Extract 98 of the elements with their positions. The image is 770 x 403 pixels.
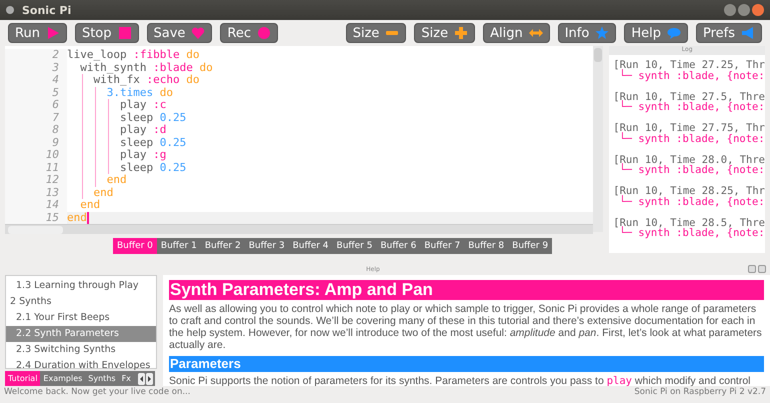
- version-label: Sonic Pi on Raspberry Pi 2 v2.7: [634, 386, 766, 399]
- maximize-button[interactable]: [738, 4, 750, 16]
- log-line: [Run 10, Time 28.5, Thre: [613, 218, 765, 228]
- buffer-tab[interactable]: Buffer 7: [420, 238, 464, 254]
- code-line: play :c: [118, 99, 166, 112]
- status-message: Welcome back. Now get your live code on...: [4, 386, 190, 399]
- text-cursor: [86, 212, 89, 224]
- toolbar-button[interactable]: Info: [558, 23, 616, 43]
- code-line: sleep 0.25: [118, 136, 186, 149]
- log-line: └─ synth :blade, {note:: [619, 196, 765, 207]
- line-number: 7: [52, 112, 59, 124]
- article-paragraph: As well as allowing you to control which note to play or which sample to trigger, Sonic Pi provides a whole range of parameters to craft and control the sounds. We’ll be covering many of these in this tutorial and there’s extensive documentation for each in the help system. However, for now we’ll introduce two of the most useful: amplitude and pan. First, let’s look at what parameters actually are.: [169, 303, 763, 351]
- window-title: Sonic Pi: [22, 4, 72, 16]
- line-number: 4: [52, 74, 59, 86]
- log-line: [Run 10, Time 28.25, Thr: [613, 186, 765, 196]
- play-icon: [46, 26, 60, 40]
- toolbar-button[interactable]: Align: [483, 23, 550, 43]
- log-line: └─ synth :blade, {note:: [619, 228, 765, 238]
- log-line: └─ synth :blade, {note:: [619, 102, 765, 112]
- line-number: 15: [46, 212, 59, 224]
- code-line: sleep 0.25: [118, 112, 186, 124]
- buffer-tab[interactable]: Buffer 1: [156, 238, 201, 254]
- contents-item[interactable]: 2.3 Switching Synths: [6, 342, 156, 358]
- speaker-icon: [741, 26, 755, 40]
- code-line: end: [79, 199, 100, 212]
- buffer-tab[interactable]: Buffer 3: [244, 238, 289, 254]
- code-line: end: [67, 212, 87, 224]
- buffer-tab[interactable]: Buffer 2: [200, 238, 245, 254]
- toolbar-button[interactable]: Stop: [74, 23, 138, 43]
- toolbar-button[interactable]: Help: [624, 23, 688, 43]
- buffer-tab[interactable]: Buffer 9: [508, 238, 552, 254]
- line-number: 2: [52, 49, 59, 62]
- buffer-tab[interactable]: Buffer 5: [332, 238, 376, 254]
- help-tab[interactable]: Examples: [40, 371, 86, 386]
- code-line: play :g: [118, 149, 166, 162]
- close-button[interactable]: [752, 4, 764, 16]
- log-line: [Run 10, Time 27.75, Thr: [613, 123, 765, 134]
- toolbar-button[interactable]: Save: [146, 23, 212, 43]
- speech-bubble-icon: [666, 26, 681, 40]
- help-tab[interactable]: Synths: [85, 371, 119, 386]
- line-number: 3: [52, 62, 59, 74]
- close-button[interactable]: [758, 265, 766, 273]
- line-number: 14: [46, 199, 59, 212]
- code-line: sleep 0.25: [118, 162, 186, 174]
- line-number: 12: [46, 174, 59, 186]
- log-line: [Run 10, Time 28.0, Thre: [613, 154, 765, 165]
- log-line: └─ synth :blade, {note:: [619, 70, 765, 81]
- record-icon: [257, 26, 272, 40]
- toolbar-button[interactable]: Size: [414, 23, 476, 43]
- log-line: └─ synth :blade, {note:: [619, 165, 765, 176]
- code-editor[interactable]: 2 3 4 5 6 7 8 9 10 11 12 13 14 15 live_loop :fibble do with_synth :blade do with_fx :echo do 3.times do play :c sleep 0.25 play :d sleep 0.25 play :g sleep 0.25 end end end end: [5, 46, 594, 224]
- code-line: end: [106, 174, 127, 186]
- code-line: live_loop :fibble do: [67, 49, 200, 62]
- vertical-scrollbar[interactable]: [593, 46, 604, 232]
- code-line: with_fx :echo do: [93, 74, 200, 86]
- double-arrow-icon: [528, 26, 543, 40]
- buffer-tab[interactable]: Buffer 6: [376, 238, 420, 254]
- code-line: 3.times do: [106, 86, 173, 99]
- contents-item[interactable]: 2 Synths: [6, 294, 156, 310]
- line-number: 11: [46, 162, 59, 174]
- toolbar-button[interactable]: Prefs: [696, 23, 762, 43]
- stop-icon: [118, 26, 132, 40]
- code-line: with_synth :blade do: [80, 62, 213, 74]
- contents-item[interactable]: 1.3 Learning through Play: [6, 278, 156, 294]
- float-button[interactable]: [748, 265, 756, 273]
- code-line: end: [92, 186, 114, 199]
- log-line: [Run 10, Time 27.5, Thre: [613, 92, 765, 102]
- toolbar-button[interactable]: Run: [8, 23, 67, 43]
- toolbar-button[interactable]: Rec: [220, 23, 278, 43]
- horizontal-scrollbar[interactable]: [5, 224, 594, 234]
- scroll-right-icon[interactable]: [146, 372, 153, 384]
- line-number: 9: [52, 136, 59, 149]
- heart-icon: [191, 26, 206, 40]
- help-tab[interactable]: Fx: [118, 371, 134, 386]
- plus-icon: [454, 26, 468, 40]
- log-line: └─ synth :blade, {note:: [619, 134, 765, 144]
- line-number: 8: [52, 124, 59, 136]
- line-number: 10: [46, 149, 59, 162]
- line-number: 13: [46, 186, 59, 199]
- section-heading: Parameters: [169, 356, 764, 372]
- app-icon: [6, 6, 14, 14]
- help-tab[interactable]: Tutorial: [5, 371, 40, 386]
- article-heading: Synth Parameters: Amp and Pan: [169, 280, 764, 300]
- code-line: play :d: [118, 124, 166, 136]
- buffer-tab[interactable]: Buffer 4: [288, 238, 333, 254]
- buffer-tab[interactable]: Buffer 0: [113, 238, 157, 254]
- article-paragraph: Sonic Pi supports the notion of parameters for its synths. Parameters are controls you pass to play which modify and control: [169, 375, 752, 386]
- minimize-button[interactable]: [724, 4, 736, 16]
- line-number: 6: [52, 99, 59, 112]
- contents-item[interactable]: 2.4 Duration with Envelopes: [6, 358, 156, 374]
- contents-item[interactable]: 2.2 Synth Parameters: [6, 326, 156, 342]
- scroll-left-icon[interactable]: [138, 372, 145, 384]
- toolbar-button[interactable]: Size: [346, 23, 406, 43]
- line-number: 5: [52, 86, 59, 99]
- buffer-tab[interactable]: Buffer 8: [464, 238, 508, 254]
- log-line: [Run 10, Time 27.25, Thr: [613, 60, 765, 70]
- star-icon: [595, 26, 610, 40]
- contents-item[interactable]: 2.1 Your First Beeps: [6, 310, 156, 326]
